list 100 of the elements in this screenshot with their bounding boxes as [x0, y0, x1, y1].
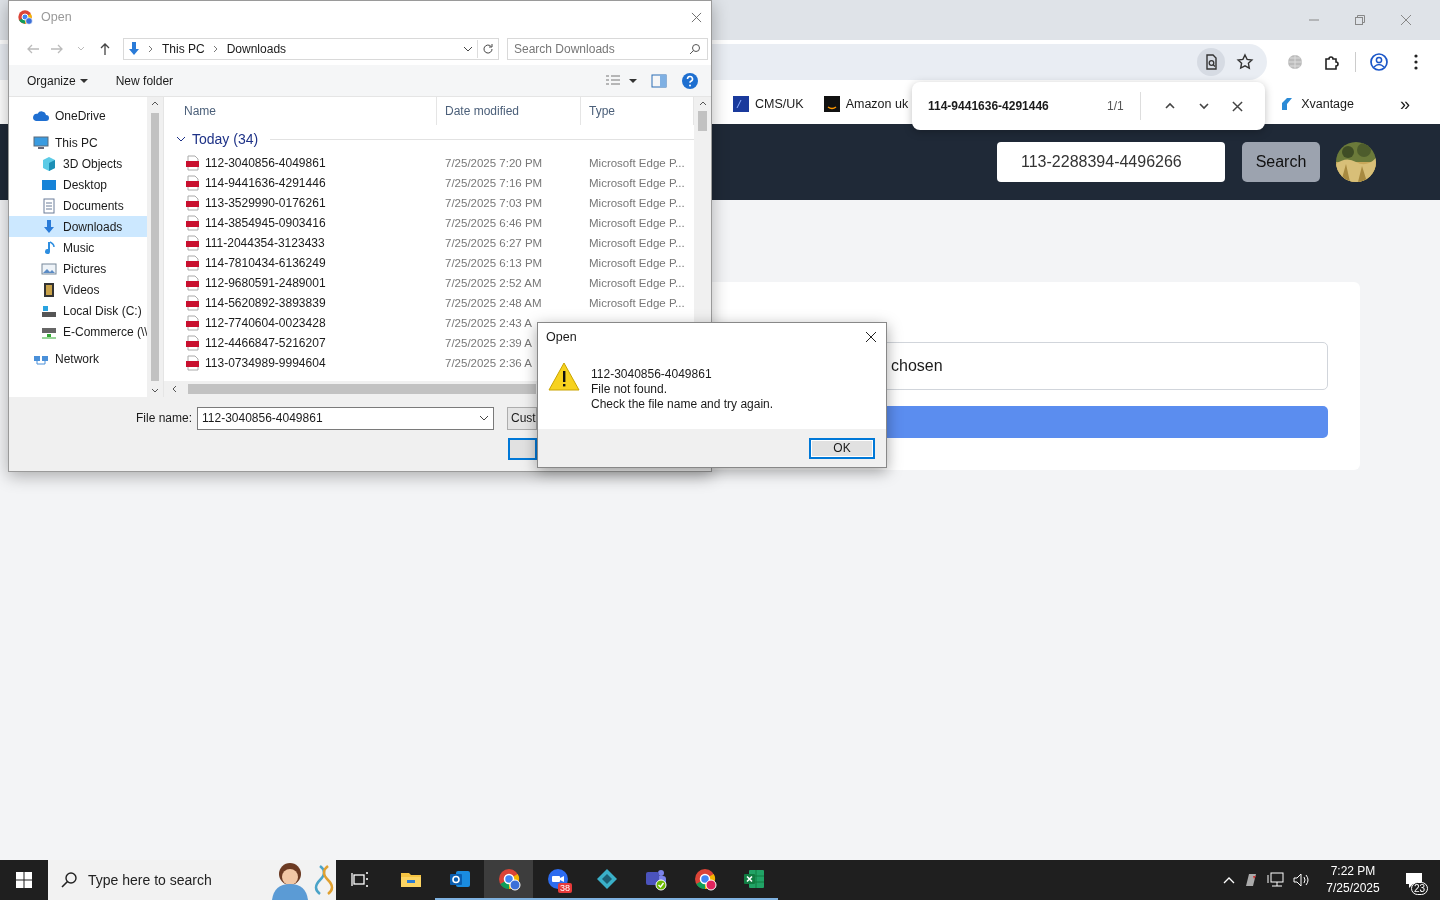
date-modified: 7/25/2025 2:52 AM: [445, 277, 542, 289]
bookmarks-overflow-button[interactable]: »: [1396, 93, 1414, 115]
sidebar-item[interactable]: Music: [9, 237, 147, 258]
caret-icon: [77, 45, 85, 53]
file-name[interactable]: 113-3529990-0176261: [205, 196, 326, 210]
breadcrumb[interactable]: Downloads: [224, 42, 289, 56]
breadcrumb[interactable]: This PC: [160, 42, 207, 56]
message-text: 112-3040856-4049861: [591, 367, 713, 382]
taskbar-app-button[interactable]: 38: [533, 860, 582, 900]
browser-icon: [496, 867, 521, 891]
caret-icon: [463, 44, 473, 54]
date-modified: 7/25/2025 2:43 A: [445, 317, 532, 329]
help-button[interactable]: [681, 71, 699, 90]
message-icon: [1404, 870, 1424, 890]
sidebar-item[interactable]: This PC: [9, 132, 147, 153]
file-name[interactable]: 112-3040856-4049861: [205, 156, 326, 170]
address-bar[interactable]: This PC Downloads: [123, 38, 499, 60]
search-button[interactable]: Search: [1242, 142, 1320, 182]
sidebar-item[interactable]: Pictures: [9, 258, 147, 279]
file-name[interactable]: 112-4466847-5216207: [205, 336, 326, 350]
file-name[interactable]: 112-9680591-2489001: [205, 276, 326, 290]
chevron-right-icon: [148, 45, 154, 53]
chevron-right-icon: [212, 45, 219, 53]
find-query[interactable]: 114-9441636-4291446: [928, 99, 1088, 113]
column-header[interactable]: Date modified: [437, 97, 581, 125]
date-modified: 7/25/2025 6:27 PM: [445, 237, 543, 249]
chevron-up-icon: [151, 99, 159, 107]
sidebar-item[interactable]: Network: [9, 348, 147, 369]
windows-icon: [16, 872, 32, 888]
file-name[interactable]: 113-0734989-9994604: [205, 356, 326, 370]
sidebar-item[interactable]: E-Commerce (\\: [9, 321, 147, 342]
computer-icon: [33, 134, 49, 151]
sidebar-item[interactable]: Local Disk (C:): [9, 300, 147, 321]
file-name[interactable]: 114-7810434-6136249: [205, 256, 326, 270]
bookmark-link[interactable]: CMS/UK: [731, 92, 806, 116]
dialog-button[interactable]: [508, 438, 537, 460]
sidebar-item[interactable]: Desktop: [9, 174, 147, 195]
search-icon: [689, 43, 701, 55]
taskbar-search-field[interactable]: Type here to search: [48, 860, 336, 900]
app-icon: [1244, 873, 1258, 887]
sidebar-item[interactable]: OneDrive: [9, 105, 147, 126]
file-name-field[interactable]: 112-3040856-4049861: [197, 406, 494, 430]
bookmark-link[interactable]: Xvantage: [1277, 92, 1356, 116]
close-icon: [865, 331, 877, 343]
up-arrow-icon: [98, 42, 112, 56]
spreadsheet-app-icon: [741, 867, 766, 891]
clock[interactable]: 7:22 PM 7/25/2025: [1318, 863, 1388, 897]
file-name[interactable]: 112-7740604-0023428: [205, 316, 326, 330]
message-text: File not found.: [591, 382, 669, 397]
file-name[interactable]: 114-3854945-0903416: [205, 216, 326, 230]
browser-icon: [17, 9, 33, 25]
file-type: Microsoft Edge P...: [589, 177, 685, 189]
dialog-title: Open: [546, 330, 577, 344]
sidebar-item[interactable]: Videos: [9, 279, 147, 300]
search-field[interactable]: 113-2288394-4496266: [997, 142, 1225, 182]
file-type: Microsoft Edge P...: [589, 297, 685, 309]
dialog-title: Open: [41, 10, 72, 24]
date-modified: 7/25/2025 2:39 A: [445, 337, 532, 349]
browser-icon: [692, 867, 717, 891]
globe-icon: [1286, 53, 1304, 71]
warning-icon: [548, 361, 580, 393]
file-type-dropdown[interactable]: Cust: [507, 406, 537, 430]
sidebar-item[interactable]: Downloads: [9, 216, 147, 237]
file-name[interactable]: 111-2044354-3123433: [205, 236, 325, 250]
taskbar-app-button[interactable]: [484, 860, 533, 900]
column-header[interactable]: Name: [176, 97, 437, 125]
tray-app-button[interactable]: [1244, 873, 1258, 887]
bookmark-link[interactable]: Amazon uk: [821, 92, 911, 116]
back-arrow-icon: [26, 42, 40, 56]
date-modified: 7/25/2025 6:46 PM: [445, 217, 543, 229]
close-icon: [1232, 100, 1244, 112]
notifications-button[interactable]: 23: [1396, 860, 1432, 900]
file-name[interactable]: 114-9441636-4291446: [205, 176, 326, 190]
sidebar-item[interactable]: 3D Objects: [9, 153, 147, 174]
speaker-icon: [1292, 871, 1310, 889]
caret-icon: [629, 76, 637, 85]
match-count: 1/1: [1107, 99, 1124, 113]
organize-button[interactable]: Organize: [23, 69, 92, 92]
network-button[interactable]: [1266, 871, 1284, 889]
file-name[interactable]: 114-5620892-3893839: [205, 296, 326, 310]
date-modified: 7/25/2025 2:36 A: [445, 357, 532, 369]
scrollbar-thumb[interactable]: [698, 111, 707, 131]
refresh-icon: [482, 43, 494, 55]
page-search-button[interactable]: [1197, 48, 1225, 76]
bookmark-icon: [733, 96, 749, 112]
volume-button[interactable]: [1292, 871, 1310, 889]
download-icon: [126, 41, 142, 57]
scrollbar[interactable]: [147, 97, 163, 397]
group-header[interactable]: Today (34): [192, 131, 259, 147]
pdf-file-icon: [185, 235, 201, 251]
ok-button[interactable]: OK: [809, 437, 875, 459]
pane-icon: [651, 72, 667, 89]
sidebar-item[interactable]: Documents: [9, 195, 147, 216]
search-field[interactable]: Search Downloads: [507, 38, 708, 60]
new-folder-button[interactable]: New folder: [111, 69, 178, 92]
cube-icon: [41, 155, 57, 172]
notification-count: 23: [1410, 882, 1428, 895]
pdf-file-icon: [185, 335, 201, 351]
chevron-down-icon[interactable]: [176, 134, 186, 144]
pdf-file-icon: [185, 215, 201, 231]
